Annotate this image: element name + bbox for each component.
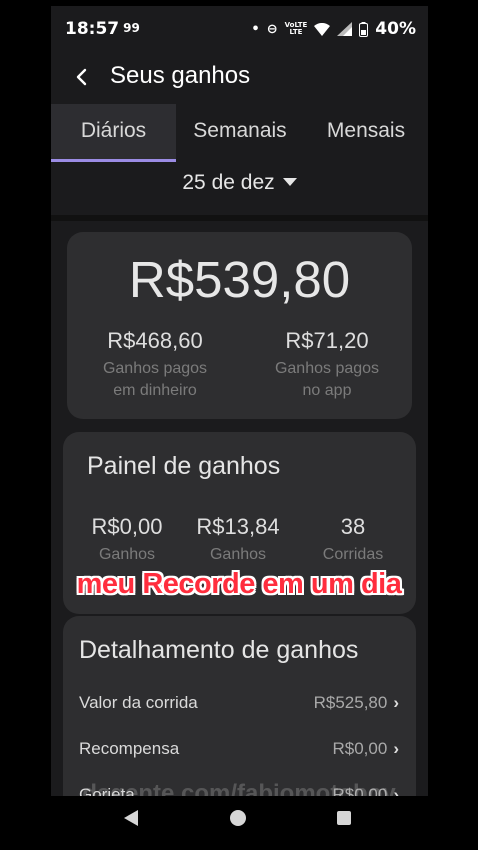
panel-stat-2-label: Ganhos <box>209 546 267 563</box>
period-tabs: Diários Semanais Mensais <box>51 104 428 162</box>
app-earnings-label-1: Ganhos pagos <box>274 360 380 377</box>
panel-stat-1: R$0,00 Ganhos <box>77 514 177 566</box>
nav-recents-icon[interactable] <box>337 811 351 825</box>
chevron-right-icon: › <box>393 693 399 712</box>
date-label: 25 de dez <box>182 171 275 194</box>
earnings-panel-title: Painel de ganhos <box>87 452 281 480</box>
cash-earnings-label-2: em dinheiro <box>113 382 197 399</box>
dot-icon: • <box>251 21 260 37</box>
panel-stat-2-value: R$13,84 <box>196 514 280 539</box>
breakdown-row-value: R$0,00 › <box>332 739 400 758</box>
tab-daily[interactable]: Diários <box>51 104 176 162</box>
battery-percent: 40% <box>375 19 416 39</box>
nav-home-icon[interactable] <box>230 810 246 826</box>
earnings-summary-card: R$539,80 R$468,60 Ganhos pagos em dinhei… <box>67 232 412 419</box>
date-selector[interactable]: 25 de dez <box>51 171 428 195</box>
status-time: 18:57 99 <box>65 19 140 39</box>
signal-icon <box>337 22 353 36</box>
video-caption-overlay: meu Recorde em um dia <box>76 568 402 600</box>
breakdown-row[interactable]: Valor da corrida R$525,80 › <box>79 693 399 713</box>
caret-down-icon <box>282 178 297 186</box>
status-bar: 18:57 99 • ⊖ VoLTE LTE 40% <box>51 6 428 50</box>
panel-stat-1-label: Ganhos <box>98 546 156 563</box>
app-earnings: R$71,20 Ganhos pagos no app <box>257 328 397 402</box>
app-header: Seus ganhos <box>51 50 428 104</box>
panel-stat-3: 38 Corridas <box>303 514 403 566</box>
section-divider <box>51 215 428 221</box>
battery-icon <box>359 21 369 37</box>
nav-back-icon[interactable] <box>124 810 138 826</box>
breakdown-row[interactable]: Recompensa R$0,00 › <box>79 739 399 759</box>
breakdown-row-label: Valor da corrida <box>79 693 198 712</box>
panel-stat-1-value: R$0,00 <box>91 514 163 539</box>
do-not-disturb-icon: ⊖ <box>266 21 278 37</box>
panel-stat-3-value: 38 <box>340 514 366 539</box>
tab-monthly[interactable]: Mensais <box>304 104 428 162</box>
earnings-breakdown-card: Detalhamento de ganhos Valor da corrida … <box>63 616 416 796</box>
chevron-right-icon: › <box>393 739 399 758</box>
panel-stat-3-label: Corridas <box>322 546 384 563</box>
panel-stat-2: R$13,84 Ganhos <box>188 514 288 566</box>
breakdown-row-label: Recompensa <box>79 739 180 758</box>
breakdown-row-value: R$525,80 › <box>313 693 399 712</box>
app-earnings-label-2: no app <box>302 382 352 399</box>
cash-earnings-label-1: Ganhos pagos <box>102 360 208 377</box>
back-arrow-icon[interactable] <box>73 68 91 86</box>
phone-screen: 18:57 99 • ⊖ VoLTE LTE 40% Seus ganhos Diá… <box>51 6 428 796</box>
app-earnings-value: R$71,20 <box>285 328 369 353</box>
total-earnings: R$539,80 <box>128 251 351 308</box>
page-title: Seus ganhos <box>110 62 251 89</box>
system-nav-bar <box>0 796 478 850</box>
cash-earnings: R$468,60 Ganhos pagos em dinheiro <box>85 328 225 402</box>
notification-badge: 99 <box>123 21 140 35</box>
wifi-icon <box>314 22 331 36</box>
breakdown-title: Detalhamento de ganhos <box>79 636 359 664</box>
cash-earnings-value: R$468,60 <box>107 328 203 353</box>
tab-weekly[interactable]: Semanais <box>176 104 304 162</box>
status-icons: • ⊖ VoLTE LTE 40% <box>251 19 416 39</box>
volte-icon: VoLTE LTE <box>284 21 308 36</box>
